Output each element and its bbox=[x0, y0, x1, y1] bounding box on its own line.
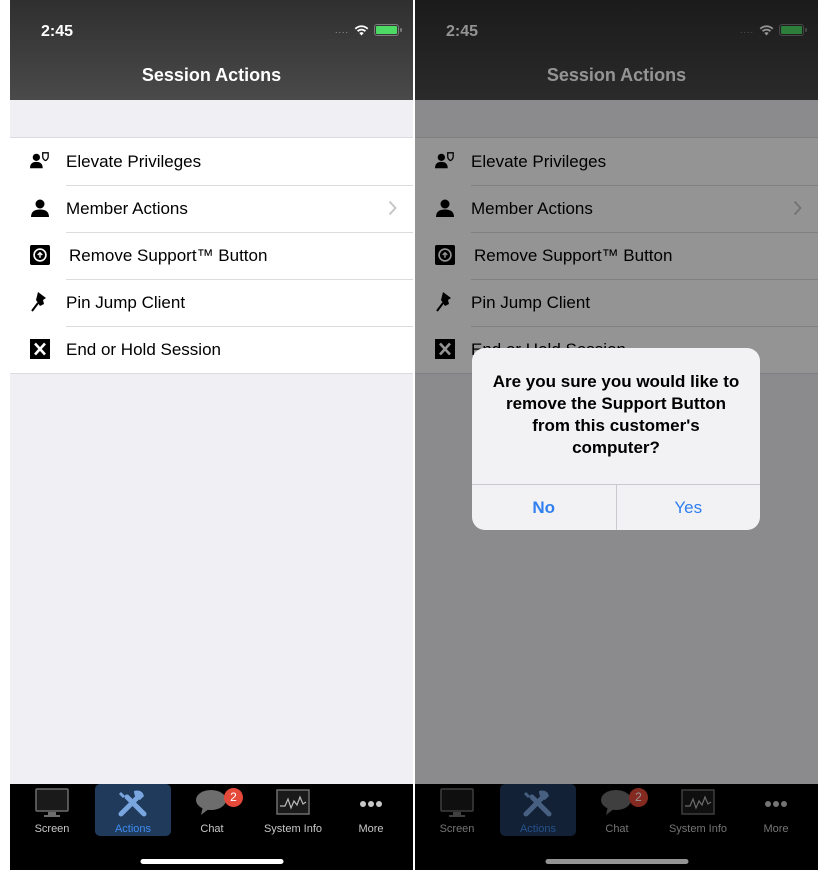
user-shield-icon bbox=[30, 151, 50, 171]
tab-label: Actions bbox=[114, 823, 152, 835]
alert-yes-button[interactable]: Yes bbox=[617, 485, 761, 530]
navigation-header: 2:45 .... Session Actions bbox=[10, 0, 413, 100]
ellipsis-icon bbox=[360, 801, 382, 807]
tab-label: More bbox=[358, 823, 384, 835]
action-label: Elevate Privileges bbox=[66, 151, 202, 171]
activity-chart-icon bbox=[276, 789, 310, 815]
action-elevate-privileges[interactable]: Elevate Privileges bbox=[10, 138, 413, 185]
support-button-icon bbox=[30, 245, 50, 265]
action-label: End or Hold Session bbox=[66, 339, 221, 359]
battery-icon bbox=[374, 24, 402, 36]
alert-message: Are you sure you would like to remove th… bbox=[492, 372, 740, 457]
user-icon bbox=[30, 198, 50, 218]
action-end-or-hold-session[interactable]: End or Hold Session bbox=[10, 326, 413, 373]
signal-dots-icon: .... bbox=[334, 25, 349, 35]
action-member-actions[interactable]: Member Actions bbox=[10, 185, 413, 232]
tools-icon bbox=[118, 790, 147, 817]
confirm-remove-support-alert: Are you sure you would like to remove th… bbox=[472, 348, 760, 530]
pushpin-icon bbox=[30, 292, 50, 312]
tab-bar: Screen Actions 2 Chat System Info More bbox=[10, 784, 413, 870]
status-time: 2:45 bbox=[41, 23, 74, 40]
tab-label: Chat bbox=[200, 823, 224, 835]
tab-system-info[interactable]: System Info bbox=[255, 784, 331, 836]
chevron-right-icon bbox=[388, 200, 397, 216]
x-box-icon bbox=[30, 339, 50, 359]
wifi-icon bbox=[354, 25, 369, 36]
tab-chat[interactable]: 2 Chat bbox=[177, 784, 247, 836]
tab-label: System Info bbox=[263, 823, 323, 835]
home-indicator[interactable] bbox=[140, 859, 283, 864]
action-pin-jump-client[interactable]: Pin Jump Client bbox=[10, 279, 413, 326]
tab-more[interactable]: More bbox=[336, 784, 406, 836]
alert-buttons: No Yes bbox=[472, 484, 760, 530]
alert-no-button[interactable]: No bbox=[472, 485, 617, 530]
tab-label: Screen bbox=[34, 823, 70, 835]
status-icons: .... bbox=[334, 24, 402, 36]
session-actions-screen-with-alert: 2:45 .... Session Actions Elevate Privil… bbox=[415, 0, 818, 870]
session-actions-screen: 2:45 .... Session Actions Elevate Privil… bbox=[10, 0, 413, 870]
monitor-icon bbox=[35, 788, 69, 817]
action-remove-support-button[interactable]: Remove Support™ Button bbox=[10, 232, 413, 279]
chat-badge: 2 bbox=[224, 788, 243, 807]
action-label: Remove Support™ Button bbox=[69, 245, 268, 265]
actions-list: Elevate Privileges Member Actions Remove… bbox=[10, 137, 413, 374]
tab-actions[interactable]: Actions bbox=[95, 784, 171, 836]
page-title: Session Actions bbox=[141, 65, 282, 85]
tab-screen[interactable]: Screen bbox=[17, 784, 87, 836]
action-label: Member Actions bbox=[66, 198, 188, 218]
action-label: Pin Jump Client bbox=[66, 292, 186, 312]
